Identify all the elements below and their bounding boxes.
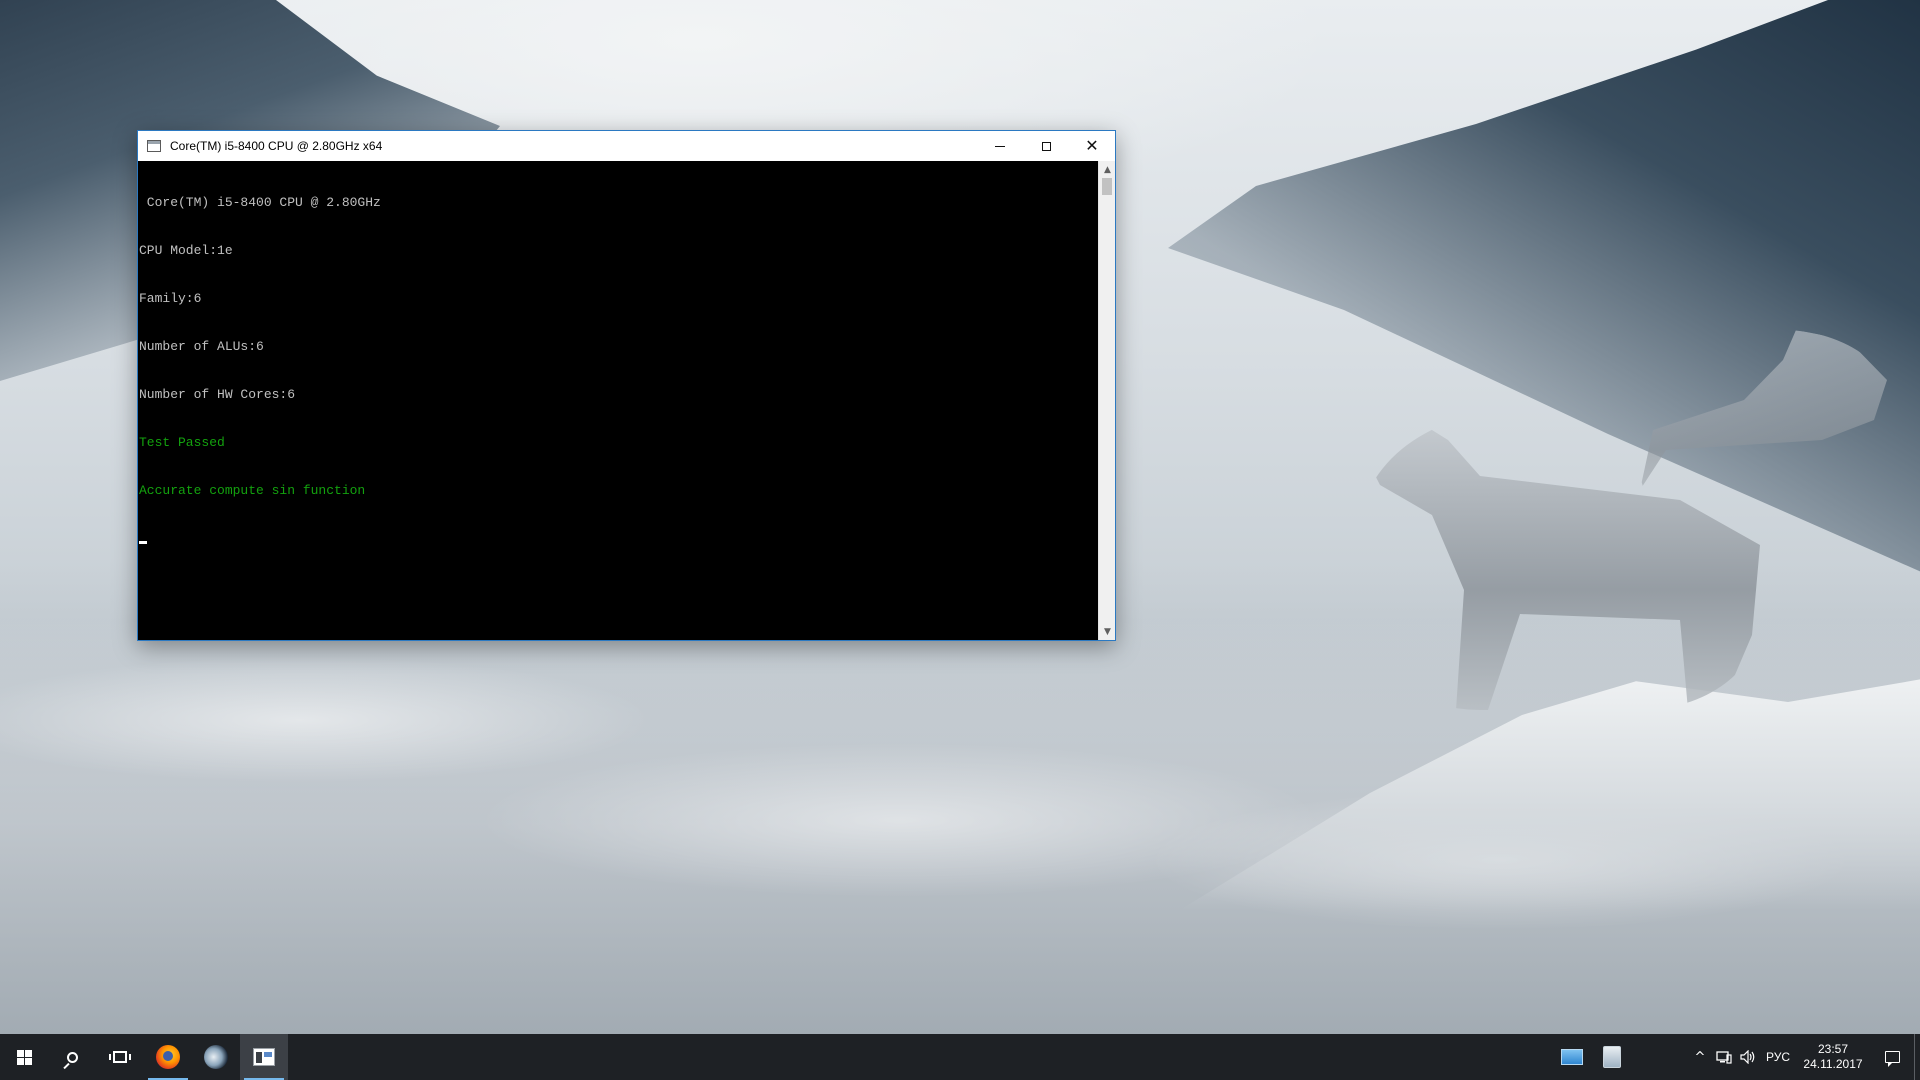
close-button[interactable]: ✕ [1069,131,1115,161]
chevron-up-icon: ^ [1694,1049,1706,1065]
system-tray: ^ РУС 23:57 24.11.2017 [1552,1034,1920,1080]
console-window[interactable]: Core(TM) i5-8400 CPU @ 2.80GHz x64 ✕ Cor… [137,130,1116,641]
console-taskbar-button[interactable] [240,1034,288,1080]
minimize-icon [995,145,1005,147]
chevron-down-icon: ▼ [1104,626,1111,637]
input-language-button[interactable]: РУС [1760,1034,1796,1080]
chevron-up-icon: ▲ [1104,164,1111,175]
console-line-family: Family:6 [139,291,202,306]
window-titlebar[interactable]: Core(TM) i5-8400 CPU @ 2.80GHz x64 ✕ [138,131,1115,161]
start-button[interactable] [0,1034,48,1080]
console-icon [253,1048,275,1066]
clock-button[interactable]: 23:57 24.11.2017 [1796,1042,1870,1072]
recycle-bin-icon [1603,1046,1621,1068]
window-title: Core(TM) i5-8400 CPU @ 2.80GHz x64 [170,139,383,153]
console-output[interactable]: Core(TM) i5-8400 CPU @ 2.80GHz CPU Model… [138,161,1098,640]
notification-icon [1884,1051,1900,1067]
minimize-button[interactable] [977,131,1023,161]
steam-icon [204,1045,228,1069]
this-pc-tray-button[interactable] [1552,1034,1592,1080]
windows-logo-icon [16,1049,32,1065]
window-controls: ✕ [977,131,1115,161]
recycle-bin-tray-button[interactable] [1592,1034,1632,1080]
speaker-icon [1740,1050,1755,1064]
clock-date: 24.11.2017 [1803,1057,1863,1071]
console-app-icon[interactable] [147,140,161,152]
volume-button[interactable] [1736,1034,1760,1080]
console-line-test-passed: Test Passed [139,435,225,450]
network-button[interactable] [1712,1034,1736,1080]
console-line-cpu-name: Core(TM) i5-8400 CPU @ 2.80GHz [139,195,381,210]
steam-taskbar-button[interactable] [192,1034,240,1080]
task-view-button[interactable] [96,1034,144,1080]
firefox-taskbar-button[interactable] [144,1034,192,1080]
action-center-button[interactable] [1870,1034,1914,1080]
clock-time: 23:57 [1817,1042,1849,1056]
taskbar: ^ РУС 23:57 24.11.2017 [0,1034,1920,1080]
scroll-down-button[interactable]: ▼ [1099,623,1116,640]
maximize-icon [1041,141,1051,151]
network-icon [1716,1051,1732,1064]
scroll-thumb[interactable] [1102,178,1112,195]
firefox-icon [156,1045,180,1069]
search-button[interactable] [48,1034,96,1080]
console-cursor [139,541,147,544]
console-line-hw-cores: Number of HW Cores:6 [139,387,296,402]
scroll-up-button[interactable]: ▲ [1099,161,1116,178]
computer-icon [1561,1049,1583,1065]
show-desktop-button[interactable] [1914,1034,1920,1080]
console-line-cpu-model: CPU Model:1e [139,243,233,258]
close-icon: ✕ [1085,136,1099,155]
show-hidden-icons-button[interactable]: ^ [1688,1034,1712,1080]
task-view-icon [109,1051,131,1063]
maximize-button[interactable] [1023,131,1069,161]
console-line-accurate-sin: Accurate compute sin function [139,483,366,498]
search-icon [66,1051,78,1063]
console-line-alus: Number of ALUs:6 [139,339,264,354]
console-scrollbar[interactable]: ▲ ▼ [1098,161,1115,640]
